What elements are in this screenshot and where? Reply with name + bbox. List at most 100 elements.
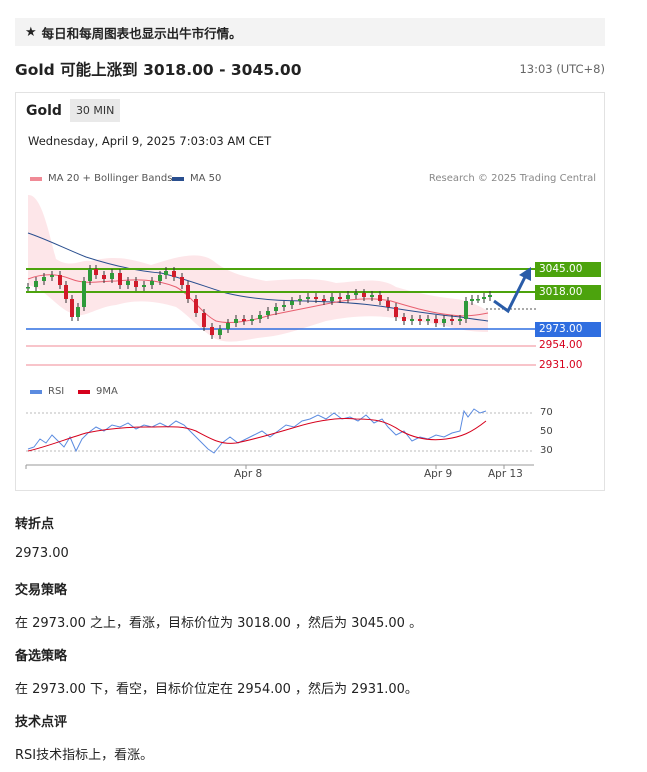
candle-body	[76, 307, 80, 317]
chart-header: Gold 30 MIN	[26, 99, 121, 122]
x-tick-apr9: Apr 9	[424, 468, 453, 480]
candle-body	[82, 281, 86, 307]
strategy-heading: 交易策略	[15, 583, 68, 598]
candle-body	[322, 299, 326, 301]
level-r1-label: 3018.00	[535, 285, 601, 300]
candle-body	[50, 275, 54, 277]
x-tick-apr13: Apr 13	[488, 468, 523, 480]
candle-body	[418, 319, 422, 321]
candle-body	[488, 295, 492, 297]
timestamp: 13:03 (UTC+8)	[519, 62, 605, 76]
candle-body	[386, 301, 390, 307]
legend-label-ma20: MA 20 + Bollinger Bands	[48, 173, 173, 184]
candle-body	[242, 319, 246, 321]
candle-body	[470, 299, 474, 301]
candle-body	[70, 299, 74, 317]
candle-body	[186, 285, 190, 299]
level-r2-label: 3045.00	[535, 262, 601, 277]
candle-body	[354, 293, 358, 295]
rsi-ma-line	[27, 418, 487, 452]
candle-body	[250, 319, 254, 321]
candle-body	[172, 271, 176, 277]
comment-heading: 技术点评	[15, 715, 68, 730]
candle-body	[442, 319, 446, 323]
comment-text: RSI技术指标上，看涨。	[15, 748, 154, 763]
instrument-name: Gold	[26, 102, 62, 119]
candle-body	[158, 275, 162, 281]
chart-panel: Gold 30 MIN Wednesday, April 9, 2025 7:0…	[15, 92, 605, 491]
candle-body	[150, 281, 154, 285]
candle-body	[42, 277, 46, 281]
rsi-tick-50: 50	[540, 426, 553, 437]
pivot-heading: 转折点	[15, 517, 55, 532]
candle-body	[180, 277, 184, 285]
pivot-value: 2973.00	[15, 546, 69, 561]
candle-body	[26, 287, 30, 289]
candle-body	[274, 307, 278, 311]
candle-body	[410, 319, 414, 321]
candle-body	[306, 297, 310, 299]
candle-body	[234, 319, 238, 323]
candle-body	[338, 297, 342, 299]
candle-body	[218, 329, 222, 335]
candle-body	[58, 275, 62, 285]
price-chart[interactable]	[16, 189, 604, 369]
x-tick-apr8: Apr 8	[234, 468, 263, 480]
rsi-tick-30: 30	[540, 445, 553, 456]
candle-body	[94, 269, 98, 275]
legend-label-ma50: MA 50	[190, 173, 222, 184]
candle-body	[34, 281, 38, 287]
candle-body	[330, 297, 334, 301]
candle-body	[290, 301, 294, 305]
candle-body	[458, 319, 462, 321]
candle-body	[378, 295, 382, 301]
chart-date: Wednesday, April 9, 2025 7:03:03 AM CET	[28, 134, 272, 148]
candle-body	[450, 319, 454, 321]
candle-body	[194, 299, 198, 313]
candle-body	[370, 295, 374, 297]
candle-body	[266, 311, 270, 315]
rsi-tick-70: 70	[540, 407, 553, 418]
rsi-chart[interactable]	[16, 381, 604, 471]
alternative-text: 在 2973.00 下，看空，目标价位定在 2954.00 ，然后为 2931.…	[15, 682, 418, 697]
candle-body	[362, 293, 366, 297]
candle-body	[164, 271, 168, 275]
candle-body	[226, 323, 230, 329]
legend-swatch-ma50	[172, 176, 184, 181]
level-s2-label: 2931.00	[539, 359, 583, 371]
candle-body	[202, 313, 206, 327]
candle-body	[346, 295, 350, 299]
alternative-heading: 备选策略	[15, 649, 68, 664]
level-pivot-label: 2973.00	[535, 322, 601, 337]
candle-body	[126, 281, 130, 285]
candle-body	[464, 301, 468, 319]
legend-ma20: MA 20 + Bollinger Bands	[30, 173, 172, 184]
candle-body	[482, 297, 486, 299]
candle-body	[142, 285, 146, 287]
candle-body	[298, 299, 302, 301]
candle-body	[134, 281, 138, 287]
candle-body	[282, 305, 286, 307]
candle-body	[102, 275, 106, 279]
strategy-text: 在 2973.00 之上，看涨，目标价位为 3018.00 ，然后为 3045.…	[15, 616, 423, 631]
candle-body	[314, 297, 318, 299]
candle-body	[434, 319, 438, 323]
candle-body	[64, 285, 68, 299]
page-title: Gold 可能上涨到 3018.00 - 3045.00	[15, 61, 302, 79]
star-icon: ★	[25, 24, 37, 40]
candle-body	[426, 319, 430, 321]
candle-body	[402, 317, 406, 321]
candle-body	[258, 315, 262, 319]
timeframe-badge[interactable]: 30 MIN	[69, 99, 121, 122]
candle-body	[394, 307, 398, 317]
copyright: Research © 2025 Trading Central	[428, 173, 596, 184]
legend-swatch-ma20	[30, 176, 42, 181]
candle-body	[88, 269, 92, 281]
legend-ma50: MA 50	[172, 173, 221, 184]
candle-body	[118, 273, 122, 285]
candle-body	[110, 273, 114, 279]
candle-body	[210, 327, 214, 335]
banner-text: 每日和每周图表也显示出牛市行情。	[41, 25, 242, 41]
level-s1-label: 2954.00	[539, 339, 583, 351]
candle-body	[476, 299, 480, 301]
